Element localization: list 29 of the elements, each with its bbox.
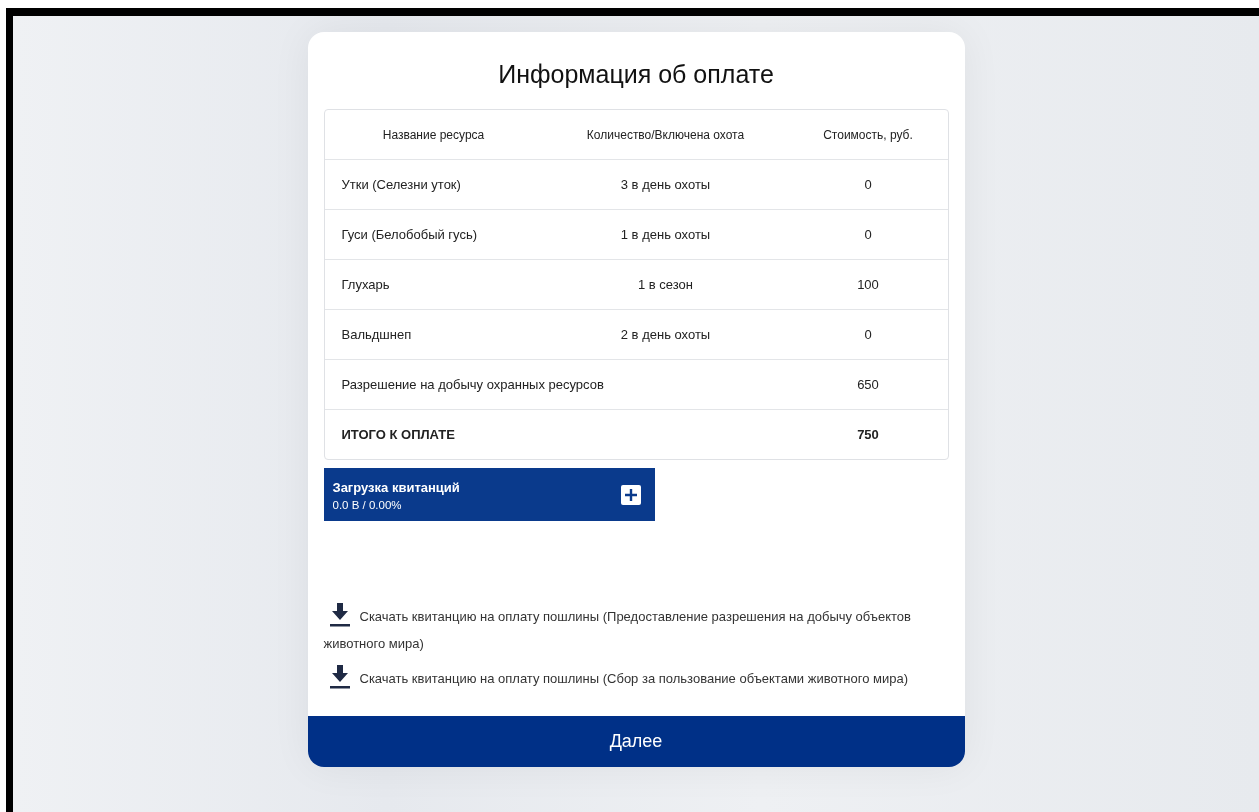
download-icon (329, 603, 350, 627)
table-cell: 1 в сезон (542, 259, 789, 310)
column-header: Стоимость, руб. (788, 110, 948, 160)
table-cell: Утки (Селезни уток) (324, 159, 543, 210)
page-title: Информация об оплате (498, 60, 774, 89)
table-cell: 0 (788, 159, 948, 210)
column-header: Количество/Включена охота (542, 110, 789, 160)
next-button[interactable]: Далее (307, 716, 965, 767)
table-cell: 0 (788, 209, 948, 260)
download-link[interactable]: Скачать квитанцию на оплату пошлины (Сбор за пользование объектами животного мира) (323, 665, 949, 692)
table-cell: Разрешение на добычу охранных ресурсов (324, 359, 789, 410)
upload-status: 0.0 B / 0.00% (332, 499, 403, 511)
table-cell: 3 в день охоты (542, 159, 789, 210)
table-cell: 1 в день охоты (542, 209, 789, 260)
table-cell: ИТОГО К ОПЛАТЕ (324, 409, 789, 459)
table-cell: 100 (788, 259, 948, 310)
table-cell: 0 (788, 309, 948, 360)
table-cell: Вальдшнеп (324, 309, 543, 360)
upload-title: Загрузка квитанций (332, 480, 460, 495)
column-header: Название ресурса (324, 110, 543, 160)
table-cell: Гуси (Белобобый гусь) (324, 209, 543, 260)
upload-panel[interactable]: Загрузка квитанций 0.0 B / 0.00% (323, 468, 655, 521)
table-cell: 2 в день охоты (542, 309, 789, 360)
download-icon (329, 665, 350, 689)
table-cell: 650 (788, 359, 948, 410)
download-link[interactable]: Скачать квитанцию на оплату пошлины (Предоставление разрешения на добычу объектов животного мира) (323, 603, 949, 657)
table-cell: 750 (788, 409, 948, 459)
add-icon[interactable] (620, 484, 641, 505)
table-cell: Глухарь (324, 259, 543, 310)
